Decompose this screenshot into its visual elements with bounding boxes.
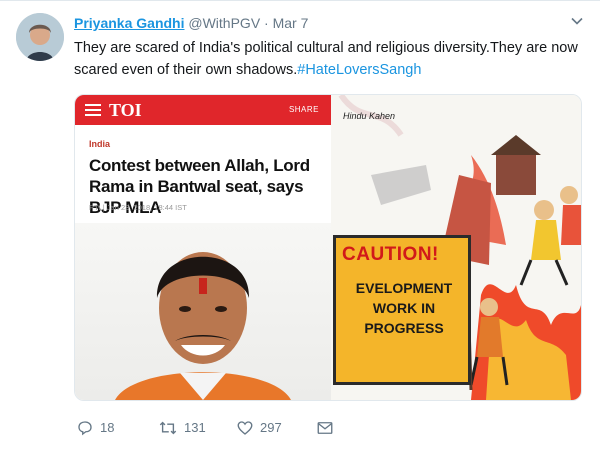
tweet-header: Priyanka Gandhi @WithPGV · Mar 7: [74, 13, 586, 33]
like-button[interactable]: 297: [236, 417, 282, 437]
news-section: India: [89, 139, 111, 149]
tweet-timestamp[interactable]: Mar 7: [273, 15, 309, 31]
toi-header-bar: TOI SHARE: [75, 95, 331, 125]
hashtag-link[interactable]: #HateLoversSangh: [297, 62, 421, 78]
retweet-count: 131: [184, 419, 206, 435]
envelope-icon: [317, 421, 333, 434]
tweet-text: They are scared of India's political cul…: [74, 37, 586, 81]
tweet-media[interactable]: TOI SHARE India Contest between Allah, L…: [74, 94, 582, 401]
author-name[interactable]: Priyanka Gandhi: [74, 15, 184, 31]
author-handle[interactable]: @WithPGV: [188, 15, 260, 31]
retweet-icon: [159, 421, 177, 434]
cartoonist-credit: Hindu Kahen: [343, 111, 396, 121]
reply-button[interactable]: 18: [76, 417, 114, 437]
separator-dot: ·: [264, 15, 269, 31]
chevron-down-icon[interactable]: [570, 13, 584, 33]
toi-logo: TOI: [109, 100, 142, 120]
avatar-image: [16, 13, 64, 61]
like-count: 297: [260, 419, 282, 435]
politician-photo: [75, 223, 331, 400]
hamburger-menu-icon: [85, 104, 101, 116]
retweet-button[interactable]: 131: [158, 417, 206, 437]
news-screenshot: TOI SHARE India Contest between Allah, L…: [75, 95, 331, 400]
share-label: SHARE: [288, 105, 319, 114]
caution-text: EVELOPMENT WORK IN PROGRESS: [355, 280, 453, 336]
news-byline: PTI | Jan 23, 2018, 18:44 IST: [89, 203, 187, 212]
tweet-card: Priyanka Gandhi @WithPGV · Mar 7 They ar…: [0, 0, 600, 450]
cartoon-image: Hindu Kahen CAUTION! EVELOPMENT WORK IN …: [331, 95, 581, 400]
caution-title: CAUTION!: [342, 244, 439, 265]
heart-icon: [237, 420, 253, 435]
reply-icon: [78, 420, 92, 435]
avatar[interactable]: [16, 13, 64, 61]
reply-count: 18: [100, 419, 115, 435]
direct-message-button[interactable]: [316, 417, 334, 437]
caution-sign: CAUTION! EVELOPMENT WORK IN PROGRESS: [333, 235, 471, 385]
